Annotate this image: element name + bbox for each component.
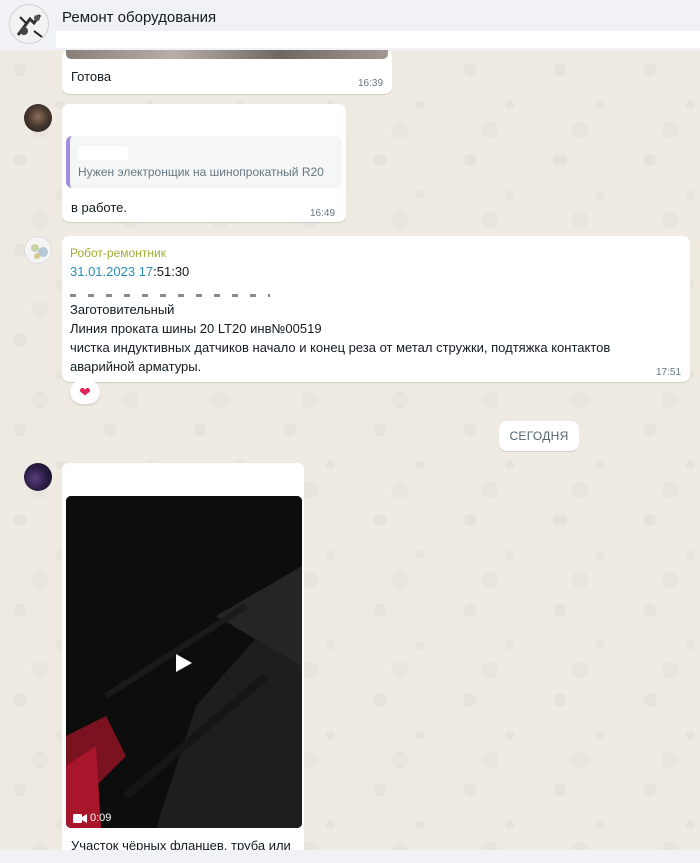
quoted-text: Нужен электронщик на шинопрокатный R20	[78, 165, 324, 179]
play-icon[interactable]	[176, 654, 192, 672]
message-bubble[interactable]: Нужен электронщик на шинопрокатный R20 в…	[62, 104, 346, 222]
message-time: 17:51	[656, 367, 682, 378]
date-separator: СЕГОДНЯ	[499, 421, 579, 451]
chat-header[interactable]: Ремонт оборудования	[0, 0, 700, 50]
message-datetime: 31.01.2023 17:51:30	[70, 262, 189, 281]
quoted-message[interactable]: Нужен электронщик на шинопрокатный R20	[66, 136, 342, 188]
header-subtitle-area	[56, 31, 700, 48]
chat-title[interactable]: Ремонт оборудования	[62, 9, 216, 26]
sender-avatar[interactable]	[24, 463, 52, 491]
group-avatar-icon[interactable]	[9, 4, 49, 44]
sender-name[interactable]: Робот-ремонтник	[70, 246, 166, 260]
video-thumbnail[interactable]: 0:09	[66, 496, 302, 828]
message-time: 16:49	[310, 208, 336, 219]
message-bubble[interactable]: Готова 16:39	[62, 50, 392, 94]
video-duration: 0:09	[90, 812, 112, 824]
time-text: :51:30	[153, 264, 190, 279]
message-text: в работе.	[71, 200, 128, 215]
message-line: аварийной арматуры.	[70, 359, 202, 374]
cropped-text-fragments	[70, 294, 270, 297]
message-bubble[interactable]: Робот-ремонтник 31.01.2023 17:51:30 Заго…	[62, 236, 690, 382]
message-line: чистка индуктивных датчиков начало и кон…	[70, 340, 611, 355]
sender-avatar[interactable]	[24, 104, 52, 132]
heart-reaction-icon[interactable]: ❤	[70, 380, 100, 404]
footer-edge	[0, 850, 700, 863]
message-time: 16:39	[358, 78, 384, 89]
message-text: Готова	[71, 69, 112, 84]
message-bubble[interactable]: 0:09 Участок чёрных фланцев, труба или	[62, 463, 304, 863]
date-link[interactable]: 31.01.2023 17	[70, 264, 153, 279]
image-thumbnail-edge	[66, 50, 388, 59]
message-line: Заготовительный	[70, 302, 175, 317]
robot-avatar[interactable]	[24, 236, 52, 264]
video-camera-icon	[73, 814, 87, 823]
message-line: Линия проката шины 20 LT20 инв№00519	[70, 321, 322, 336]
quoted-sender-hidden	[78, 146, 128, 160]
